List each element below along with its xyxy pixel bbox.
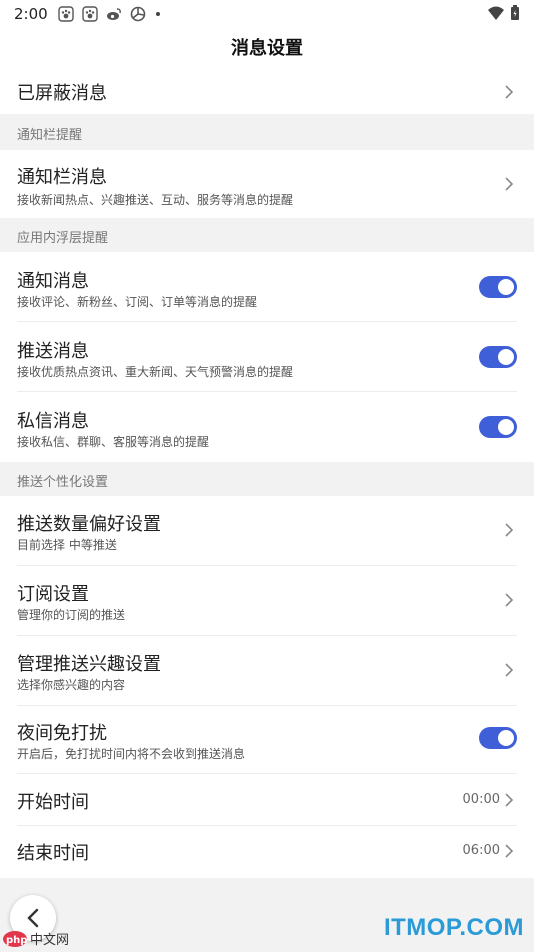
start-time-value: 00:00 bbox=[462, 792, 500, 807]
watermark-left-text: 中文网 bbox=[30, 933, 69, 948]
chevron-right-icon bbox=[505, 844, 514, 858]
wifi-icon bbox=[488, 6, 504, 20]
dnd-label: 夜间免打扰 bbox=[17, 723, 107, 744]
chevron-right-icon bbox=[505, 177, 514, 191]
section-push: 推送个性化设置 bbox=[0, 462, 534, 496]
php-watermark: php 中文网 bbox=[2, 930, 82, 952]
notify-bar-messages-desc: 接收新闻热点、兴趣推送、互动、服务等消息的提醒 bbox=[17, 193, 294, 207]
blocked-messages-row[interactable]: 已屏蔽消息 bbox=[0, 70, 534, 114]
private-messages-toggle[interactable] bbox=[479, 416, 517, 438]
notification-messages-desc: 接收评论、新粉丝、订阅、订单等消息的提醒 bbox=[17, 295, 258, 309]
push-messages-desc: 接收优质热点资讯、重大新闻、天气预警消息的提醒 bbox=[17, 365, 294, 379]
private-messages-row: 私信消息 接收私信、群聊、客服等消息的提醒 bbox=[0, 392, 534, 462]
push-interest-row[interactable]: 管理推送兴趣设置 选择你感兴趣的内容 bbox=[0, 636, 534, 706]
section-notify-bar-label: 通知栏提醒 bbox=[17, 128, 83, 143]
push-messages-row: 推送消息 接收优质热点资讯、重大新闻、天气预警消息的提醒 bbox=[0, 322, 534, 392]
dnd-desc: 开启后，免打扰时间内将不会收到推送消息 bbox=[17, 747, 246, 761]
section-in-app-label: 应用内浮层提醒 bbox=[17, 231, 109, 246]
toggle-knob bbox=[498, 349, 514, 365]
svg-text:php: php bbox=[6, 935, 27, 946]
chevron-right-icon bbox=[505, 793, 514, 807]
more-notifications-dot-icon bbox=[156, 12, 160, 16]
push-quantity-desc: 目前选择 中等推送 bbox=[17, 538, 117, 552]
subscription-settings-row[interactable]: 订阅设置 管理你的订阅的推送 bbox=[0, 566, 534, 636]
dnd-toggle[interactable] bbox=[479, 727, 517, 749]
paw-app-icon-2 bbox=[82, 6, 98, 22]
notify-bar-messages-row[interactable]: 通知栏消息 接收新闻热点、兴趣推送、互动、服务等消息的提醒 bbox=[0, 150, 534, 218]
toggle-knob bbox=[498, 730, 514, 746]
push-quantity-label: 推送数量偏好设置 bbox=[17, 514, 161, 535]
end-time-row[interactable]: 结束时间 06:00 bbox=[0, 826, 534, 878]
notification-messages-label: 通知消息 bbox=[17, 271, 89, 292]
start-time-label: 开始时间 bbox=[17, 792, 89, 813]
chevron-right-icon bbox=[505, 85, 514, 99]
weibo-icon bbox=[107, 8, 121, 20]
paw-app-icon bbox=[58, 6, 74, 22]
section-notify-bar: 通知栏提醒 bbox=[0, 114, 534, 150]
status-notification-icons bbox=[58, 6, 160, 22]
itmop-watermark: ITMOP.COM bbox=[383, 914, 524, 941]
toggle-knob bbox=[498, 279, 514, 295]
dnd-row: 夜间免打扰 开启后，免打扰时间内将不会收到推送消息 bbox=[0, 706, 534, 774]
page-title: 消息设置 bbox=[231, 38, 303, 59]
section-push-label: 推送个性化设置 bbox=[17, 475, 109, 490]
private-messages-label: 私信消息 bbox=[17, 411, 89, 432]
push-interest-label: 管理推送兴趣设置 bbox=[17, 654, 161, 675]
push-interest-desc: 选择你感兴趣的内容 bbox=[17, 678, 126, 692]
subscription-settings-desc: 管理你的订阅的推送 bbox=[17, 608, 126, 622]
toggle-knob bbox=[498, 419, 514, 435]
push-quantity-row[interactable]: 推送数量偏好设置 目前选择 中等推送 bbox=[0, 496, 534, 566]
notification-messages-row: 通知消息 接收评论、新粉丝、订阅、订单等消息的提醒 bbox=[0, 252, 534, 322]
chevron-right-icon bbox=[505, 663, 514, 677]
blocked-messages-label: 已屏蔽消息 bbox=[17, 83, 107, 104]
battery-icon bbox=[511, 5, 519, 20]
subscription-settings-label: 订阅设置 bbox=[17, 584, 89, 605]
notify-bar-messages-label: 通知栏消息 bbox=[17, 167, 107, 188]
push-messages-label: 推送消息 bbox=[17, 341, 89, 362]
end-time-label: 结束时间 bbox=[17, 843, 89, 864]
chevron-right-icon bbox=[505, 593, 514, 607]
section-in-app: 应用内浮层提醒 bbox=[0, 218, 534, 252]
status-right bbox=[488, 5, 520, 21]
push-messages-toggle[interactable] bbox=[479, 346, 517, 368]
start-time-row[interactable]: 开始时间 00:00 bbox=[0, 774, 534, 826]
private-messages-desc: 接收私信、群聊、客服等消息的提醒 bbox=[17, 435, 210, 449]
notification-messages-toggle[interactable] bbox=[479, 276, 517, 298]
header: 消息设置 bbox=[0, 28, 534, 70]
chevron-right-icon bbox=[505, 523, 514, 537]
status-time: 2:00 bbox=[14, 5, 48, 23]
end-time-value: 06:00 bbox=[462, 843, 500, 858]
browser-icon bbox=[130, 6, 146, 22]
status-bar: 2:00 bbox=[0, 0, 534, 28]
